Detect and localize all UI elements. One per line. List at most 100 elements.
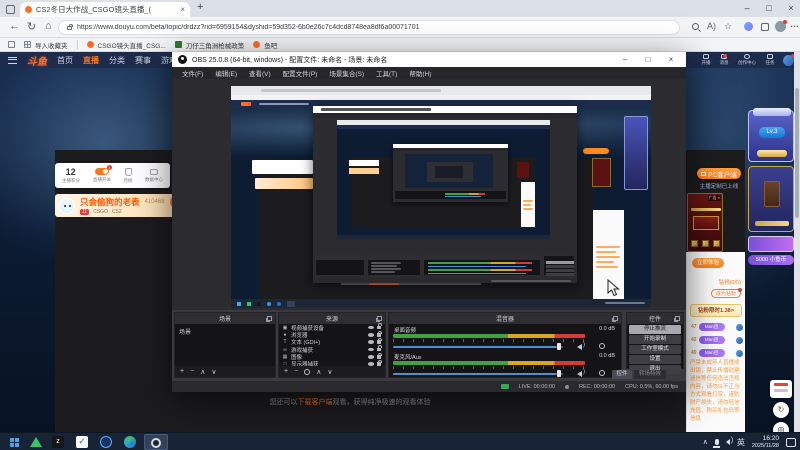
copilot-icon[interactable] [744,22,753,31]
move-source-up-button[interactable]: ∧ [316,368,321,376]
remove-source-button[interactable]: − [294,368,298,375]
download-client-link[interactable]: 下载客户端 [298,399,333,406]
app-icon-z[interactable]: z [52,436,64,448]
microphone-icon[interactable] [713,439,721,448]
browser-minimize-button[interactable]: – [737,0,757,16]
nav-home[interactable]: 首页 [57,55,73,66]
slider-handle[interactable] [557,343,561,350]
obs-close-button[interactable]: × [662,55,680,64]
clock[interactable]: 16:20 2025/11/28 [752,435,779,448]
menu-file[interactable]: 文件(F) [176,68,209,78]
menu-edit[interactable]: 编辑(E) [209,68,243,78]
toggle-icon[interactable]: 1 [94,165,112,175]
lock-icon[interactable] [377,323,382,330]
promo-widget-level[interactable]: Lv.3 [748,108,794,162]
popout-icon[interactable] [613,316,618,321]
lock-icon[interactable] [377,345,382,352]
douyu-logo[interactable]: 斗鱼 [27,53,47,68]
app-icon-green[interactable] [30,437,42,447]
lock-icon[interactable] [377,331,382,337]
refresh-icon[interactable]: ↻ [27,20,36,33]
promo-widget-banner[interactable] [748,236,794,252]
ad-close-icon[interactable]: × [718,195,720,201]
game-tag[interactable]: CS2 [112,209,122,215]
start-button[interactable] [10,438,14,442]
nav-esports[interactable]: 赛事 [135,55,151,66]
read-aloud-icon[interactable]: A) [707,21,716,31]
collections-icon[interactable] [8,41,15,48]
bookmark-csgo[interactable]: CSGO镜头直播_CSG... [86,40,166,50]
transitions-dock-tab[interactable]: 转场特效 [634,370,666,379]
live-switch[interactable]: 1 直播开关 [92,165,112,183]
creator-center-button[interactable]: 创作中心 [737,54,757,66]
refresh-float-button[interactable]: ↻ [773,402,789,418]
menu-help[interactable]: 帮助(H) [403,68,437,78]
obs-taskbar-icon[interactable] [144,434,168,450]
browser-close-button[interactable]: × [781,0,800,16]
move-source-down-button[interactable]: ∨ [327,368,332,376]
obs-float-button[interactable]: ◎ [773,422,789,432]
bookmark-yuba[interactable]: 鱼吧 [253,40,277,50]
add-source-button[interactable]: + [284,368,288,375]
scrollbar-thumb[interactable] [795,88,799,218]
channel-gear-icon[interactable] [599,370,605,376]
edge-taskbar-icon[interactable] [124,436,136,448]
favorite-star-icon[interactable]: ☆ [724,21,732,32]
bookmark-daozai[interactable]: 刀仔三角洲枪械政策 [174,40,244,50]
bookmark-import[interactable]: 导入收藏夹 [24,40,68,50]
studio-mode-button[interactable]: 工作室模式 [629,345,681,354]
browser-maximize-button[interactable]: □ [759,0,779,16]
float-quality-button[interactable] [770,380,792,398]
remove-scene-button[interactable]: − [190,368,194,375]
popout-icon[interactable] [675,316,680,321]
more-menu-icon[interactable]: … [790,19,799,29]
visibility-eye-icon[interactable] [368,347,374,352]
obs-titlebar[interactable]: OBS 25.0.8 (64-bit, windows) - 配置文件: 未命名… [172,52,686,67]
popout-icon[interactable] [267,316,272,321]
streamer-avatar[interactable] [59,197,75,214]
app-icon-clock[interactable] [100,436,112,448]
page-scrollbar[interactable] [794,52,800,432]
pc-client-button[interactable]: PC客户端 [697,168,741,179]
widget-button[interactable] [757,150,787,157]
menu-profile[interactable]: 配置文件(P) [277,68,324,78]
experience-button[interactable]: 立即体验 [692,258,724,268]
ad-card[interactable]: 广告 × [687,193,723,252]
tray-caret-icon[interactable]: ∧ [703,438,708,446]
menu-tools[interactable]: 工具(T) [370,68,403,78]
category-tag[interactable]: CSGO [93,209,108,215]
controls-dock-tab[interactable]: 控件 [612,370,632,379]
speaker-icon[interactable] [725,437,733,445]
add-scene-button[interactable]: + [180,368,184,375]
user-avatar[interactable] [783,53,795,66]
home-icon[interactable]: ⌂ [45,20,52,32]
rank-button[interactable]: 月榜 [123,167,133,184]
volume-slider[interactable] [393,346,563,348]
volume-slider[interactable] [393,373,563,375]
profile-avatar[interactable] [775,20,787,32]
diamond-banner[interactable]: 钻粉限时1.38> [690,304,742,317]
move-scene-up-button[interactable]: ∧ [200,368,205,376]
obs-preview-canvas[interactable] [172,79,686,310]
ime-indicator[interactable]: 英 [737,437,745,448]
data-center-button[interactable]: 数据中心 [144,168,164,183]
notification-center-icon[interactable] [786,437,796,447]
messages-button[interactable]: 消息 [719,54,729,66]
become-diamond-button[interactable]: 成为钻粉 [711,288,742,298]
menu-view[interactable]: 查看(V) [243,68,277,78]
source-properties-gear-icon[interactable] [304,368,311,375]
app-icon-check[interactable]: ✓ [76,436,88,448]
obs-minimize-button[interactable]: – [616,55,634,64]
tasks-button[interactable]: 任务 [765,54,775,66]
nav-live[interactable]: 直播 [83,55,99,66]
lock-icon[interactable] [377,338,382,344]
start-broadcast-button[interactable]: 开播 [701,54,711,66]
widget-button[interactable] [755,221,789,226]
visibility-eye-icon[interactable] [368,333,374,337]
back-icon[interactable]: ← [9,20,20,32]
stop-streaming-button[interactable]: 停止推流 [629,325,681,334]
new-tab-button[interactable]: + [197,1,203,13]
extensions-icon[interactable] [761,23,769,31]
menu-scene-collection[interactable]: 场景集合(S) [323,68,370,78]
promo-widget-chest[interactable] [748,166,794,232]
